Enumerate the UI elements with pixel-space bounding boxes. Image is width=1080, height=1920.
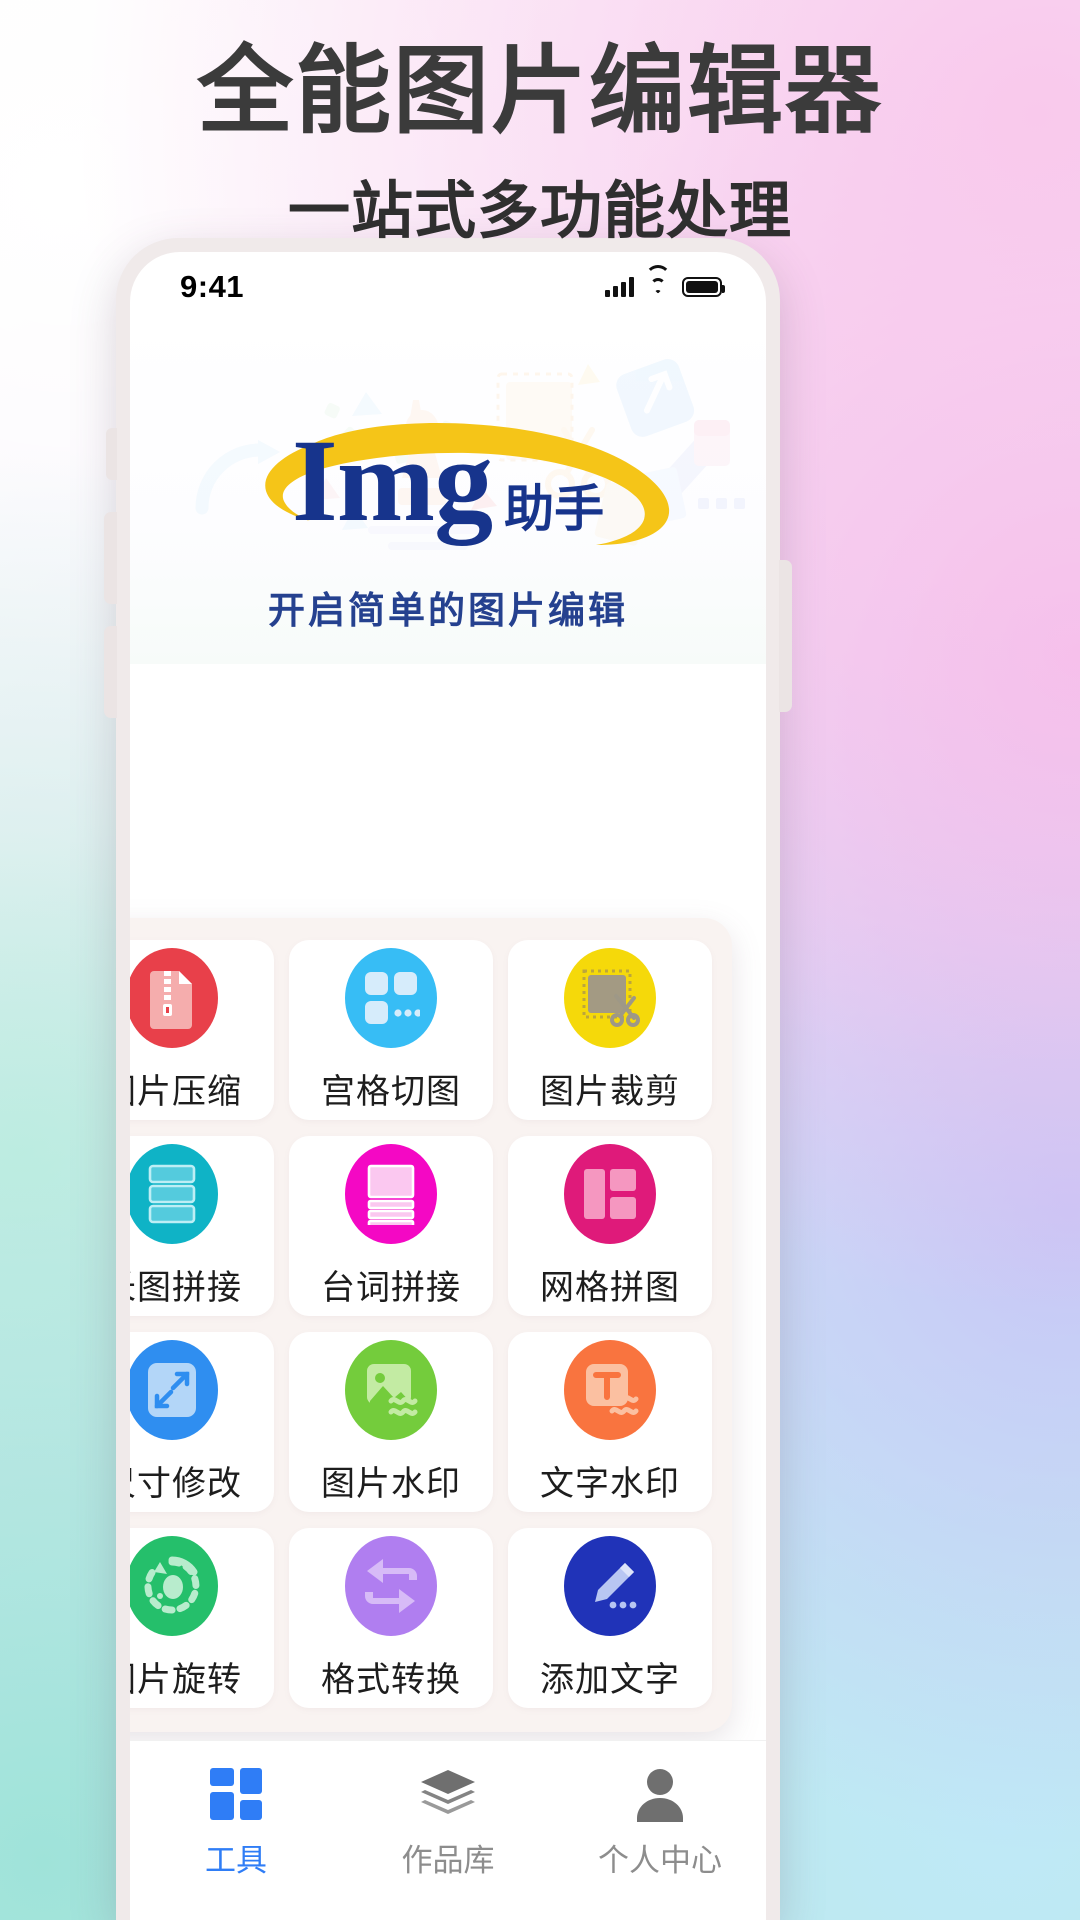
tool-card-subtitle-stitch[interactable]: 台词拼接 xyxy=(289,1136,493,1316)
compress-file-icon xyxy=(130,947,218,1048)
volume-up-button[interactable] xyxy=(104,512,117,604)
tool-label: 添加文字 xyxy=(540,1660,680,1699)
tab-label: 工具 xyxy=(205,1843,267,1878)
tool-label: 尺寸修改 xyxy=(130,1464,242,1503)
tab-gallery[interactable]: 作品库 xyxy=(342,1763,554,1880)
tool-label: 网格拼图 xyxy=(540,1268,680,1307)
tool-card-long-stitch[interactable]: 长图拼接 xyxy=(130,1136,274,1316)
battery-full-icon xyxy=(682,277,725,297)
tool-card-grid-collage[interactable]: 网格拼图 xyxy=(508,1136,712,1316)
add-text-pencil-icon xyxy=(564,1535,656,1636)
status-bar: 9:41 xyxy=(130,252,766,312)
phone-screen: 9:41 Img 助手 开启简单的图片编辑 片压缩 宫格切图 图片裁剪 图拼接 … xyxy=(130,252,766,1920)
wifi-icon xyxy=(645,265,671,297)
tool-label: 格式转换 xyxy=(321,1660,461,1699)
tool-card-add-text[interactable]: 添加文字 xyxy=(508,1528,712,1708)
status-clock: 9:41 xyxy=(180,269,245,304)
grid-collage-icon xyxy=(564,1143,656,1244)
tool-label: 图片水印 xyxy=(321,1464,461,1503)
power-button[interactable] xyxy=(779,560,792,712)
tool-card-rotate[interactable]: 图片旋转 xyxy=(130,1528,274,1708)
logo-text-img: Img xyxy=(291,415,493,546)
tools-panel: 图片压缩 宫格切图 xyxy=(130,918,732,1732)
resize-arrows-icon xyxy=(130,1339,218,1440)
tool-label: 长图拼接 xyxy=(130,1268,242,1307)
phone-mockup: 9:41 Img 助手 开启简单的图片编辑 片压缩 宫格切图 图片裁剪 图拼接 … xyxy=(104,238,792,1920)
tool-card-crop[interactable]: 图片裁剪 xyxy=(508,940,712,1120)
poster-heading: 全能图片编辑器 一站式多功能处理 xyxy=(0,38,1080,250)
grid-split-icon xyxy=(345,947,437,1048)
page-subtitle: 一站式多功能处理 xyxy=(287,176,792,246)
page-title: 全能图片编辑器 xyxy=(197,38,883,145)
tool-label: 图片旋转 xyxy=(130,1660,242,1699)
status-icons xyxy=(605,265,725,297)
tool-label: 图片压缩 xyxy=(130,1072,242,1111)
crop-scissors-icon xyxy=(564,947,656,1048)
tab-label: 作品库 xyxy=(401,1843,495,1878)
tool-card-grid-split[interactable]: 宫格切图 xyxy=(289,940,493,1120)
volume-down-button[interactable] xyxy=(104,626,117,718)
tab-label: 个人中心 xyxy=(598,1843,722,1878)
bottom-tab-bar: 工具 作品库 个人中心 xyxy=(130,1740,766,1920)
tool-card-resize[interactable]: 尺寸修改 xyxy=(130,1332,274,1512)
tools-grid: 图片压缩 宫格切图 xyxy=(130,940,712,1708)
tool-card-format-convert[interactable]: 格式转换 xyxy=(289,1528,493,1708)
tool-card-image-watermark[interactable]: 图片水印 xyxy=(289,1332,493,1512)
hero-tagline: 开启简单的图片编辑 xyxy=(268,590,628,631)
tools-grid-icon xyxy=(205,1763,267,1825)
signal-bars-icon xyxy=(605,277,634,297)
app-logo: Img 助手 xyxy=(130,422,766,545)
tool-label: 宫格切图 xyxy=(321,1072,461,1111)
silent-switch[interactable] xyxy=(106,428,117,480)
tool-card-text-watermark[interactable]: 文字水印 xyxy=(508,1332,712,1512)
image-watermark-icon xyxy=(345,1339,437,1440)
tab-tools[interactable]: 工具 xyxy=(130,1763,342,1880)
tool-label: 文字水印 xyxy=(540,1464,680,1503)
tab-profile[interactable]: 个人中心 xyxy=(554,1763,766,1880)
logo-text-cn: 助手 xyxy=(504,481,605,537)
subtitle-stitch-icon xyxy=(345,1143,437,1244)
text-watermark-icon xyxy=(564,1339,656,1440)
tool-card-compress[interactable]: 图片压缩 xyxy=(130,940,274,1120)
person-icon xyxy=(629,1763,691,1825)
long-stitch-icon xyxy=(130,1143,218,1244)
format-convert-icon xyxy=(345,1535,437,1636)
hero-banner: Img 助手 开启简单的图片编辑 xyxy=(130,312,766,664)
layers-icon xyxy=(417,1763,479,1825)
tool-label: 图片裁剪 xyxy=(540,1072,680,1111)
rotate-image-icon xyxy=(130,1535,218,1636)
tool-label: 台词拼接 xyxy=(321,1268,461,1307)
